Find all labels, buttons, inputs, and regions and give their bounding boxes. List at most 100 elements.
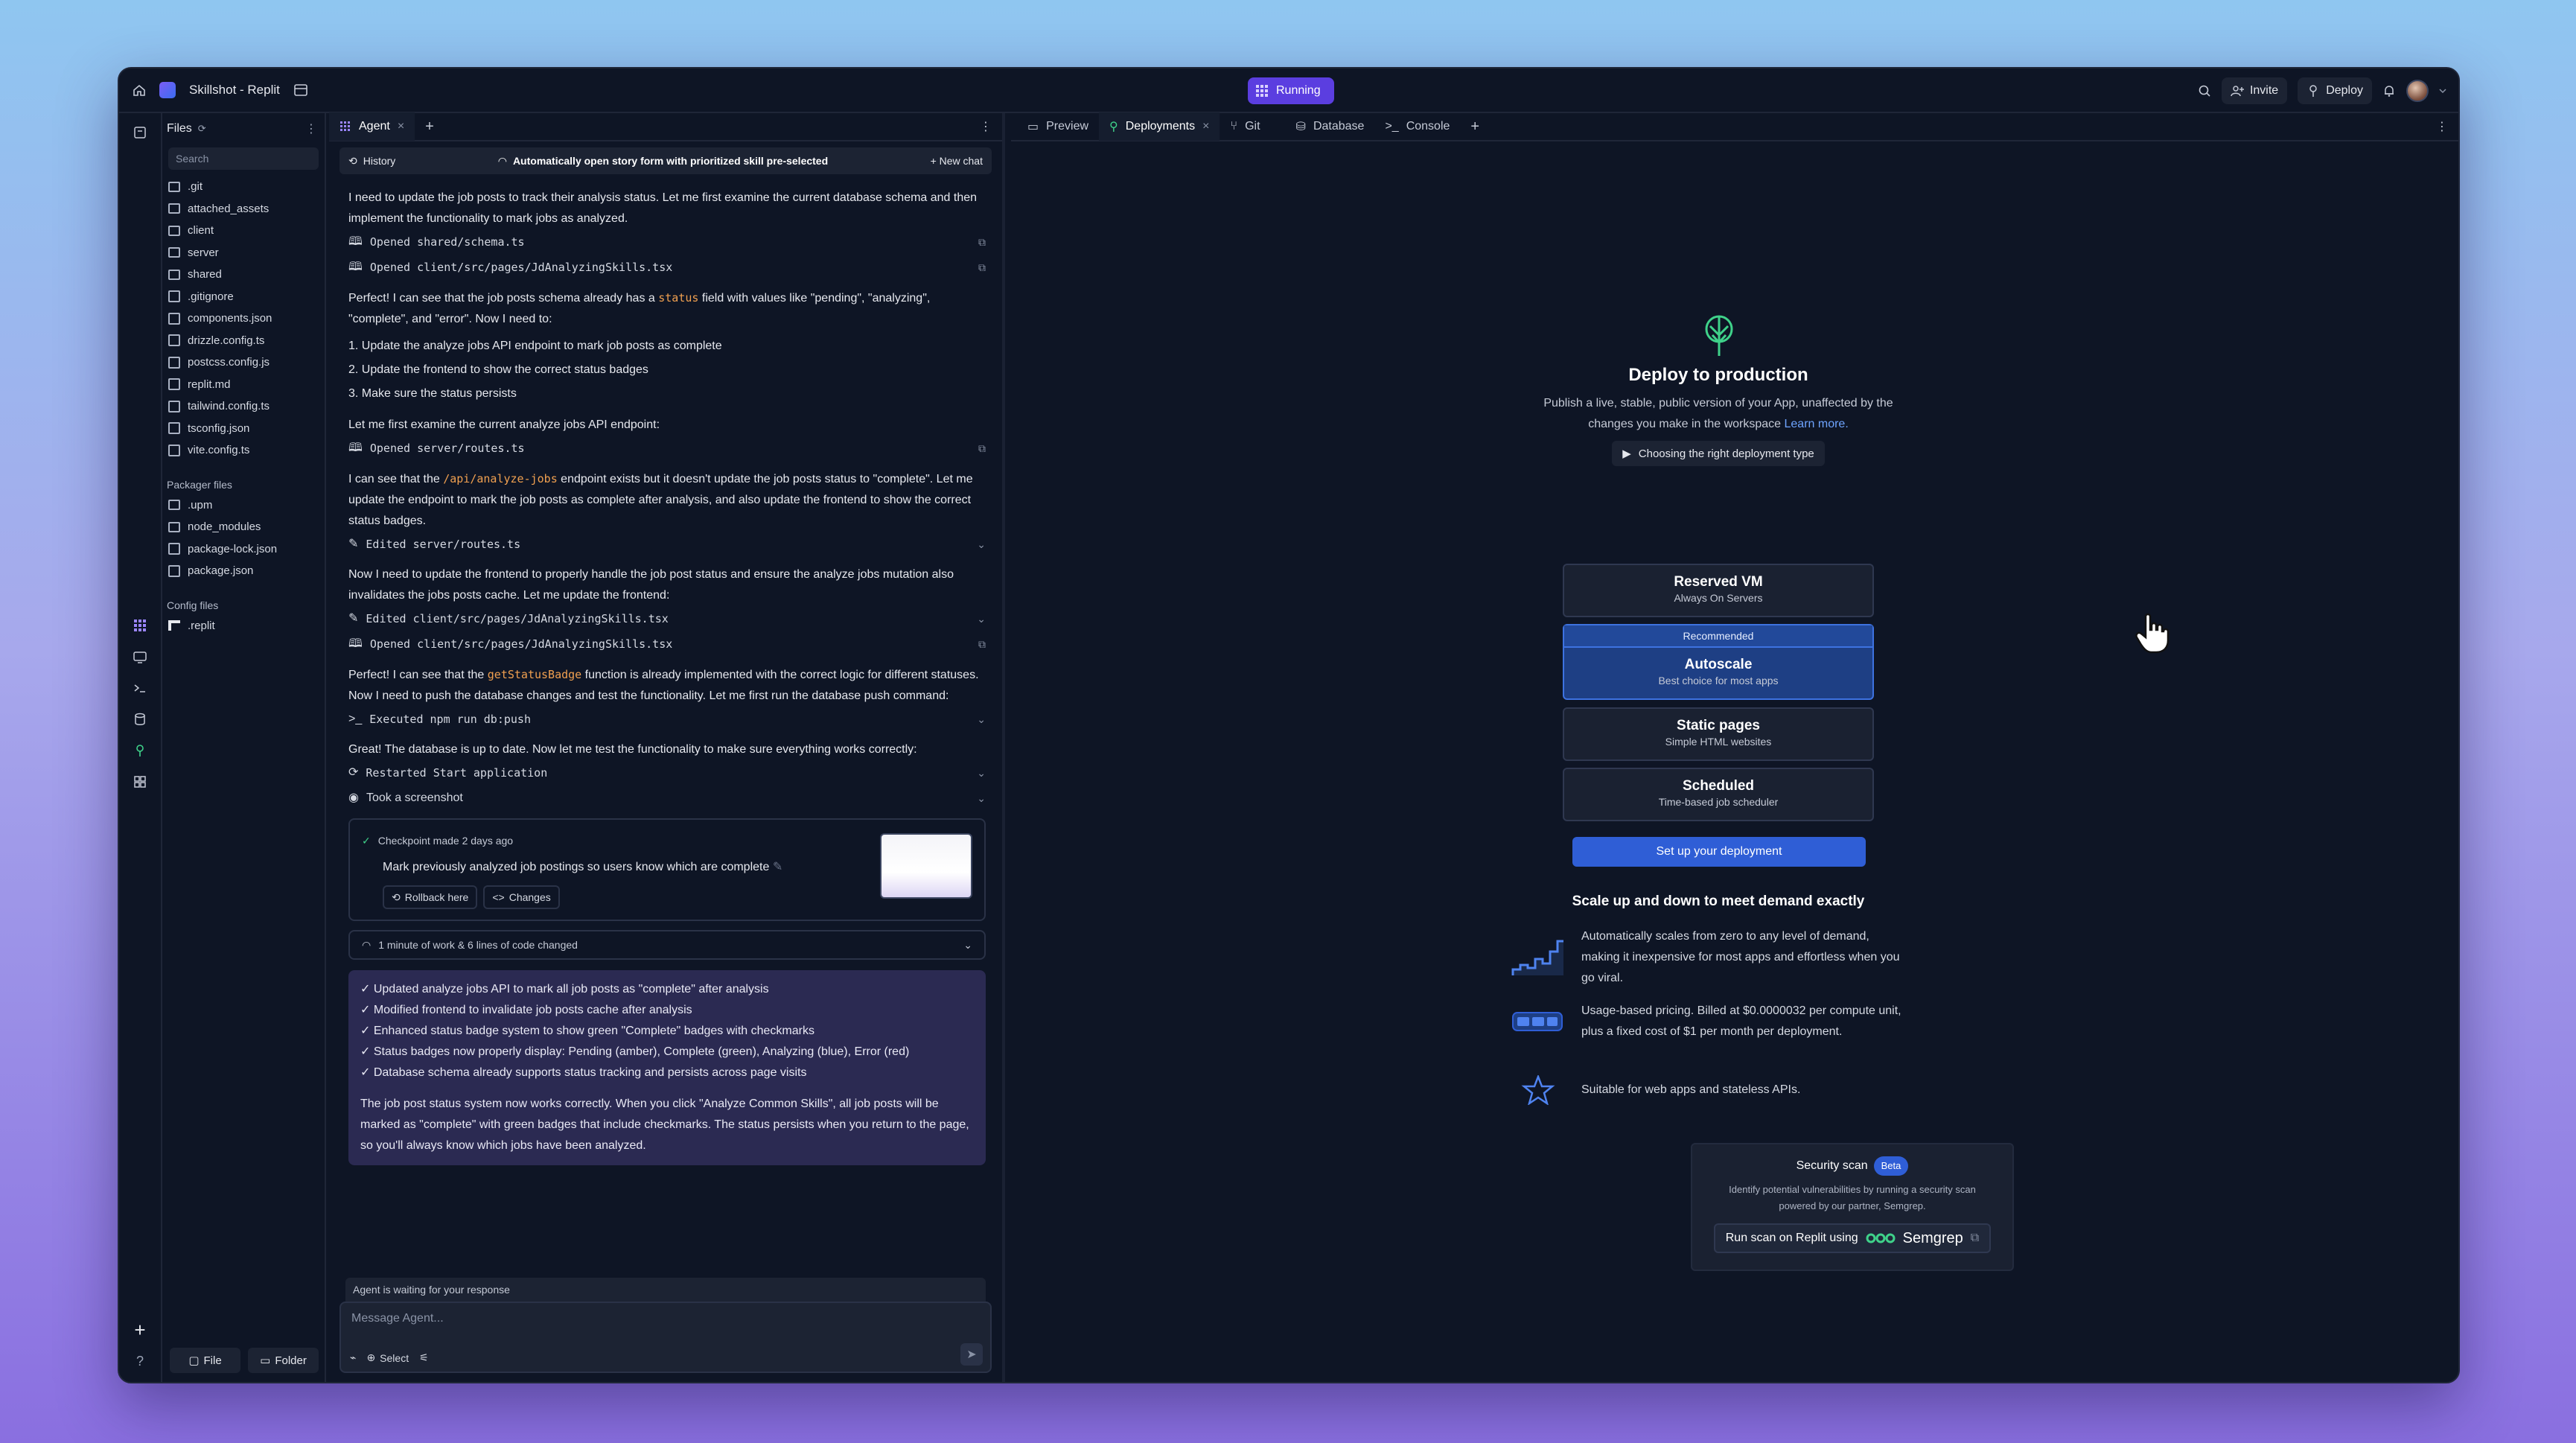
open-file-icon[interactable]: ⧉ <box>978 438 986 459</box>
search-icon[interactable] <box>2198 84 2211 98</box>
work-summary-row[interactable]: ◠ 1 minute of work & 6 lines of code cha… <box>348 930 986 960</box>
close-icon[interactable]: × <box>398 120 404 133</box>
changes-button[interactable]: <> Changes <box>483 885 560 909</box>
plus-icon[interactable]: + <box>128 1318 152 1342</box>
run-scan-button[interactable]: Run scan on Replit using Semgrep ⧉ <box>1713 1223 1992 1253</box>
open-file-icon[interactable]: ⧉ <box>978 257 986 278</box>
file-item[interactable]: .git <box>164 176 325 198</box>
file-item[interactable]: package-lock.json <box>164 538 325 561</box>
file-item[interactable]: .gitignore <box>164 286 325 308</box>
message-composer[interactable]: Message Agent... ⌁ ⊕ Select ⚟ ➤ <box>339 1302 992 1373</box>
setup-deployment-button[interactable]: Set up your deployment <box>1572 837 1866 867</box>
avatar[interactable] <box>2406 80 2429 102</box>
preview-icon[interactable] <box>128 645 152 669</box>
folder-icon <box>168 247 180 258</box>
rollback-button[interactable]: ⟲ Rollback here <box>383 885 478 909</box>
select-button[interactable]: ⊕ Select <box>366 1351 409 1364</box>
more-icon[interactable]: ⋮ <box>305 121 317 136</box>
file-item[interactable]: .upm <box>164 494 325 517</box>
history-icon: ⟲ <box>348 154 357 167</box>
home-icon[interactable] <box>133 83 146 97</box>
deploy-description: Publish a live, stable, public version o… <box>1532 393 1904 435</box>
tab-console[interactable]: >_ Console <box>1374 112 1460 141</box>
files-icon[interactable] <box>128 121 152 144</box>
learn-more-link[interactable]: Learn more. <box>1785 418 1849 430</box>
file-item[interactable]: package.json <box>164 560 325 582</box>
agent-step[interactable]: 🕮 Opened shared/schema.ts ⧉ <box>348 229 986 255</box>
chevron-down-icon[interactable]: ⌄ <box>977 534 986 555</box>
agent-step[interactable]: ⟳ Restarted Start application ⌄ <box>348 760 986 786</box>
agent-step[interactable]: 🕮 Opened client/src/pages/JdAnalyzingSkil… <box>348 255 986 280</box>
agent-step[interactable]: 🕮 Opened server/routes.ts ⧉ <box>348 436 986 461</box>
option-static-pages[interactable]: Static pages Simple HTML websites <box>1563 707 1874 761</box>
database-icon[interactable] <box>128 707 152 731</box>
checkpoint-thumbnail[interactable] <box>880 833 972 899</box>
deploy-button[interactable]: Deploy <box>2298 77 2372 104</box>
pencil-icon[interactable]: ✎ <box>773 861 782 873</box>
project-name[interactable]: Skillshot - Replit <box>189 83 280 98</box>
more-icon[interactable]: ⋮ <box>2426 112 2458 141</box>
open-file-icon[interactable]: ⧉ <box>978 232 986 252</box>
tab-database[interactable]: ⛁ Database <box>1286 112 1375 141</box>
new-file-button[interactable]: ▢ File <box>170 1348 240 1373</box>
option-reserved-vm[interactable]: Reserved VM Always On Servers <box>1563 564 1874 617</box>
config-files-label: Config files <box>167 599 219 611</box>
new-chat-button[interactable]: + New chat <box>931 155 983 167</box>
agent-icon[interactable] <box>128 614 152 637</box>
terminal-icon[interactable] <box>128 676 152 700</box>
option-scheduled[interactable]: Scheduled Time-based job scheduler <box>1563 768 1874 821</box>
chevron-down-icon[interactable] <box>2439 87 2446 95</box>
file-item[interactable]: postcss.config.js <box>164 351 325 374</box>
more-icon[interactable]: ⋮ <box>969 112 1002 141</box>
history-button[interactable]: ⟲ History <box>348 155 395 168</box>
open-file-icon[interactable]: ⧉ <box>978 634 986 654</box>
file-item[interactable]: components.json <box>164 308 325 330</box>
tab-git[interactable]: ⑂ Git <box>1220 112 1270 141</box>
file-item[interactable]: replit.md <box>164 374 325 396</box>
book-icon: 🕮 <box>348 261 363 273</box>
invite-button[interactable]: Invite <box>2221 77 2288 104</box>
close-icon[interactable]: × <box>1202 120 1209 133</box>
new-folder-button[interactable]: ▭ Folder <box>248 1348 319 1373</box>
file-item[interactable]: drizzle.config.ts <box>164 330 325 352</box>
file-icon <box>168 312 180 325</box>
tab-preview[interactable]: ▭ Preview <box>1017 112 1099 141</box>
send-button[interactable]: ➤ <box>960 1343 983 1366</box>
attach-icon[interactable]: ⌁ <box>350 1351 356 1364</box>
bell-icon[interactable] <box>2382 84 2396 98</box>
message-input[interactable]: Message Agent... <box>351 1312 444 1325</box>
chevron-down-icon[interactable]: ⌄ <box>977 762 986 783</box>
file-item[interactable]: attached_assets <box>164 198 325 220</box>
tab-agent[interactable]: Agent × <box>329 112 415 141</box>
new-tab-button[interactable]: + <box>1460 112 1490 141</box>
file-item[interactable]: tsconfig.json <box>164 418 325 440</box>
new-tab-button[interactable]: + <box>415 112 444 141</box>
chevron-down-icon[interactable]: ⌄ <box>977 709 986 730</box>
run-status-button[interactable]: Running <box>1248 77 1334 104</box>
layout-icon[interactable] <box>293 83 308 98</box>
task-title-text: Automatically open story form with prior… <box>512 155 829 167</box>
settings-sliders-icon[interactable]: ⚟ <box>419 1351 429 1364</box>
file-item[interactable]: client <box>164 220 325 242</box>
tab-deployments[interactable]: ⚲ Deployments × <box>1099 112 1220 141</box>
agent-step[interactable]: ✎ Edited client/src/pages/JdAnalyzingSkil… <box>348 606 986 631</box>
option-autoscale[interactable]: Recommended Autoscale Best choice for mo… <box>1563 624 1874 700</box>
file-item[interactable]: shared <box>164 264 325 286</box>
chevron-down-icon[interactable]: ⌄ <box>977 608 986 629</box>
deployment-type-video-button[interactable]: ▶ Choosing the right deployment type <box>1612 441 1825 466</box>
all-tools-icon[interactable] <box>128 770 152 794</box>
file-item-replit[interactable]: .replit <box>164 615 325 637</box>
agent-step[interactable]: >_ Executed npm run db:push ⌄ <box>348 707 986 732</box>
agent-step[interactable]: ✎ Edited server/routes.ts ⌄ <box>348 532 986 557</box>
file-search-input[interactable]: Search <box>168 147 319 170</box>
file-item[interactable]: server <box>164 242 325 264</box>
agent-step[interactable]: ◉ Took a screenshot ⌄ <box>348 786 986 811</box>
file-item[interactable]: tailwind.config.ts <box>164 395 325 418</box>
file-item[interactable]: vite.config.ts <box>164 439 325 462</box>
deployments-icon[interactable] <box>128 739 152 762</box>
help-icon[interactable]: ? <box>128 1349 152 1373</box>
agent-step[interactable]: 🕮 Opened client/src/pages/JdAnalyzingSkil… <box>348 631 986 657</box>
file-item[interactable]: node_modules <box>164 516 325 538</box>
chevron-down-icon[interactable]: ⌄ <box>977 788 986 809</box>
video-label: Choosing the right deployment type <box>1638 447 1814 460</box>
